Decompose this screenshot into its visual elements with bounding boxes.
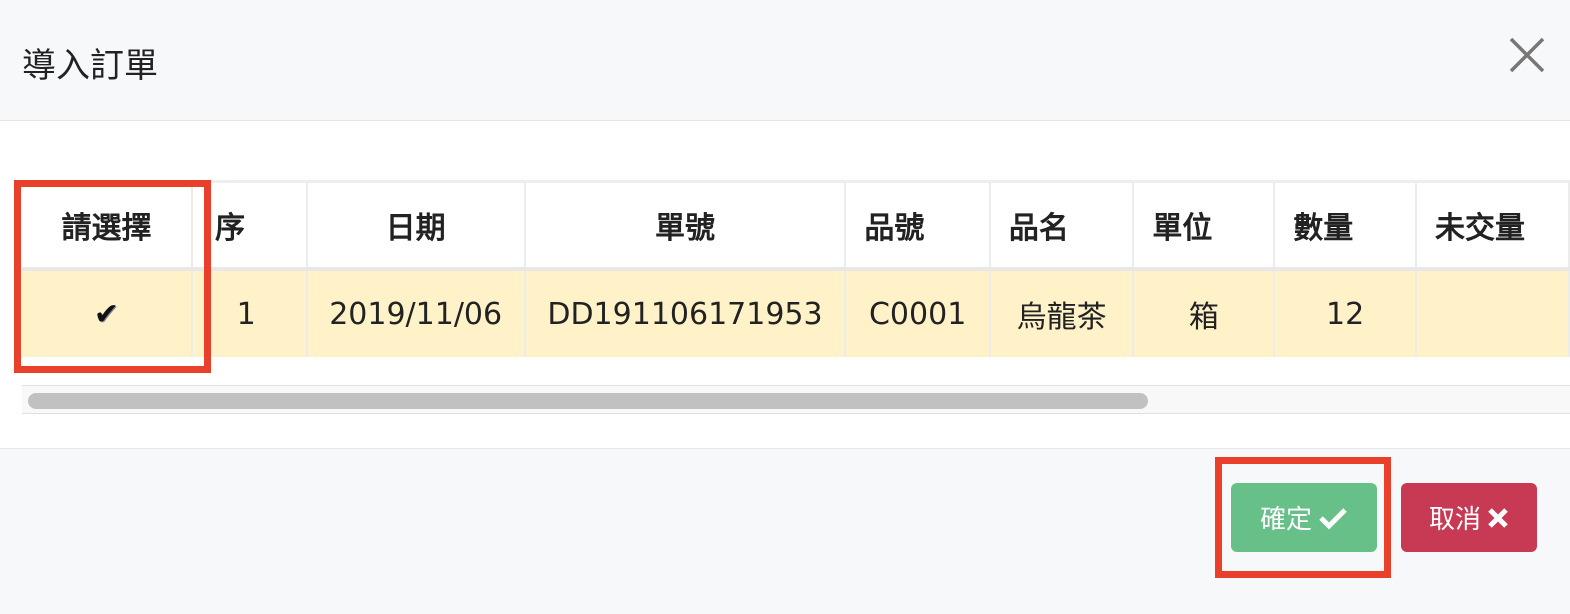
col-order-no: 單號 [524,183,847,271]
col-seq: 序 [191,183,308,271]
col-date: 日期 [306,183,526,271]
cell-pending [1416,269,1570,357]
dialog-header: 導入訂單 [0,0,1570,121]
col-qty: 數量 [1274,183,1418,271]
x-icon [1488,507,1508,528]
scrollbar-thumb[interactable] [28,393,1148,409]
cancel-button[interactable]: 取消 [1401,483,1537,552]
cancel-label: 取消 [1428,505,1481,535]
dialog-footer: 確定 取消 [0,448,1570,614]
checkbox-checked-icon[interactable]: ✔ [94,297,119,332]
cell-order-no: DD191106171953 [524,269,847,357]
cell-item-no: C0001 [845,269,991,357]
select-checkbox[interactable]: ✔ [22,269,193,357]
cell-qty: 12 [1274,269,1418,357]
col-item-name: 品名 [989,183,1135,271]
col-pending: 未交量 [1416,183,1570,271]
table-row[interactable]: ✔ 1 2019/11/06 DD191106171953 C0001 烏龍茶 … [22,269,1570,357]
col-select: 請選擇 [22,183,193,271]
close-icon[interactable] [1508,36,1546,74]
col-unit: 單位 [1133,183,1276,271]
confirm-label: 確定 [1259,505,1312,535]
cell-unit: 箱 [1133,269,1276,357]
order-table: 請選擇 序 日期 單號 品號 品名 單位 數量 未交量 ✔ 1 2019/11/… [22,180,1570,360]
cell-date: 2019/11/06 [306,269,526,357]
check-icon [1319,507,1347,530]
dialog-body: 請選擇 序 日期 單號 品號 品名 單位 數量 未交量 ✔ 1 2019/11/… [0,121,1570,448]
col-item-no: 品號 [845,183,991,271]
table-header-row: 請選擇 序 日期 單號 品號 品名 單位 數量 未交量 [22,183,1570,271]
dialog-title: 導入訂單 [22,46,158,86]
confirm-button[interactable]: 確定 [1231,483,1377,552]
cell-item-name: 烏龍茶 [989,269,1135,357]
horizontal-scrollbar[interactable] [22,385,1570,414]
cell-seq: 1 [191,269,308,357]
